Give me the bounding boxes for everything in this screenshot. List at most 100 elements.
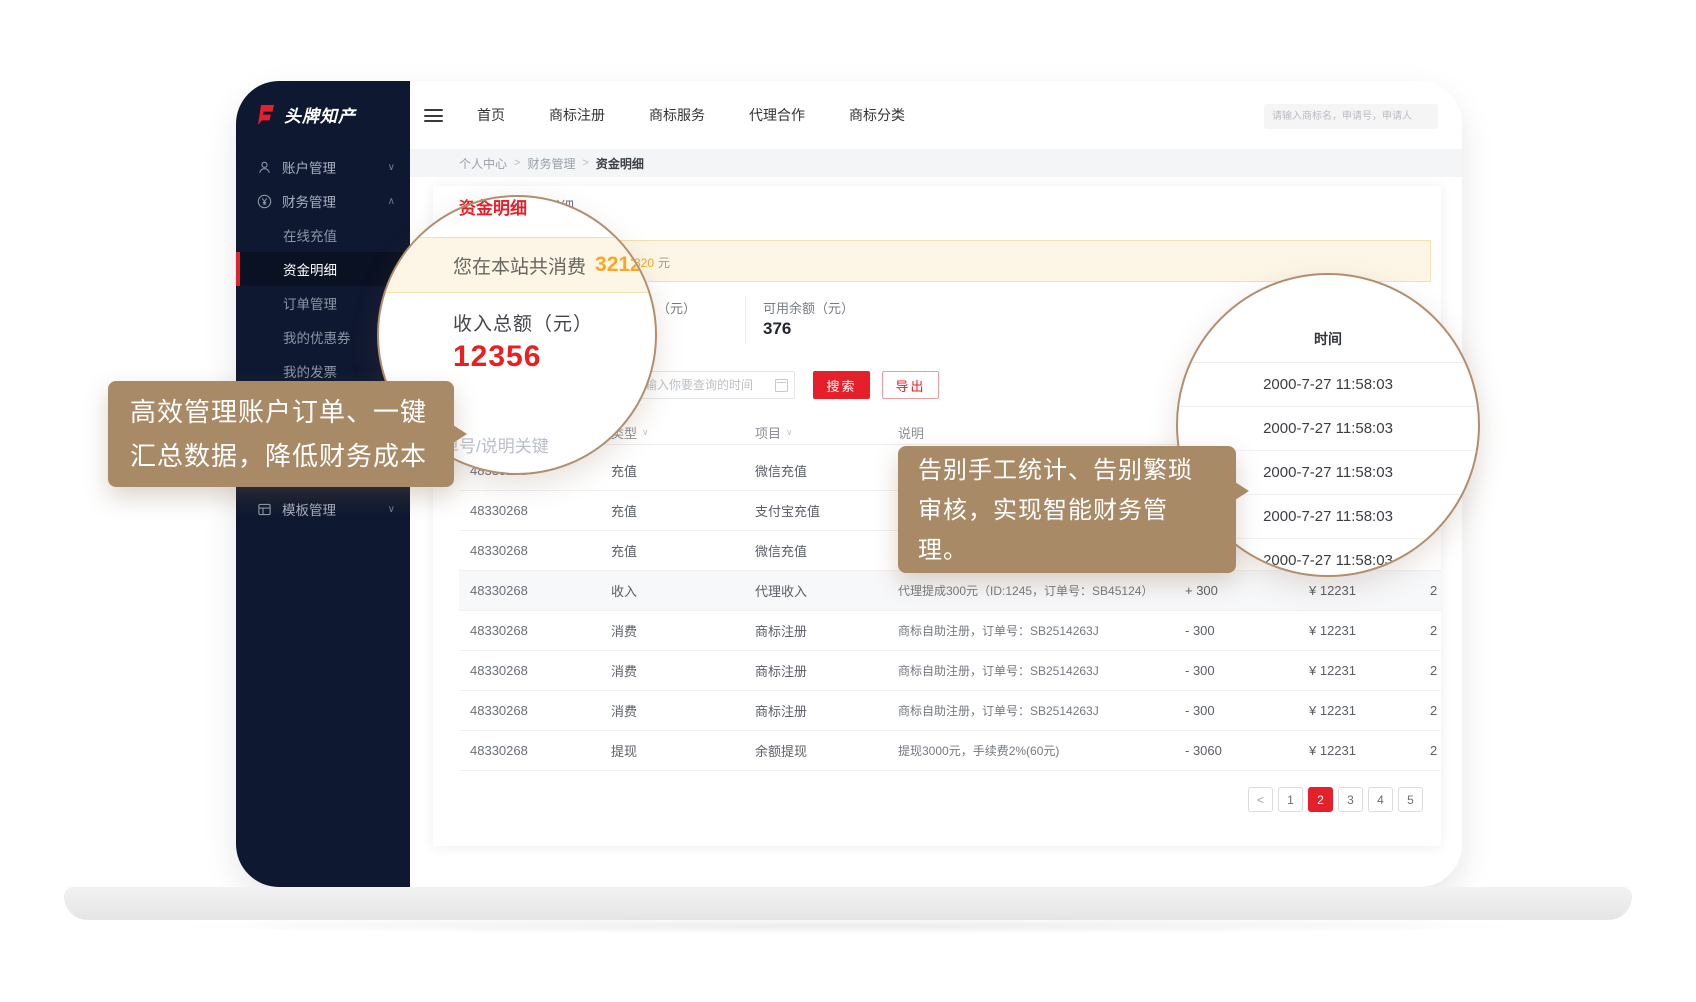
breadcrumb-item: 资金明细 [596, 155, 644, 172]
logo[interactable]: 头牌知产 [253, 102, 356, 127]
logo-icon [253, 103, 277, 127]
sidebar-item-label: 我的发票 [283, 361, 337, 381]
income-total-value: 12356 [453, 340, 541, 374]
type-cell: 消费 [611, 701, 755, 720]
sidebar-item-label: 财务管理 [282, 191, 336, 211]
amount-cell: - 300 [1185, 663, 1309, 678]
amount-cell: - 300 [1185, 703, 1309, 718]
sidebar-item-label: 在线充值 [283, 225, 337, 245]
project-cell: 余额提现 [755, 741, 898, 760]
nav-item[interactable]: 商标服务 [649, 105, 705, 125]
chevron-down-icon: ∨ [388, 162, 395, 173]
laptop-base [64, 887, 1632, 920]
breadcrumb-separator: > [582, 157, 588, 169]
breadcrumb-separator: > [514, 157, 520, 169]
sidebar-item[interactable]: 模板管理 ∨ [236, 492, 410, 526]
table-row: 48330268消费商标注册商标自助注册，订单号：SB2514263J- 300… [459, 611, 1441, 651]
order-cell: 48330268 [459, 583, 611, 598]
balance-cell: ¥ 12231 [1309, 743, 1430, 758]
desc-cell: 提现3000元，手续费2%(60元) [898, 742, 1185, 759]
magnified-time-row: 2000-7-27 11:58:03 [1178, 407, 1478, 451]
menu-icon[interactable] [424, 109, 443, 122]
finance-icon [257, 194, 272, 209]
stat-divider [745, 296, 746, 344]
sidebar-item-label: 模板管理 [282, 499, 336, 519]
sidebar-item-label: 资金明细 [283, 259, 337, 279]
project-cell: 商标注册 [755, 701, 898, 720]
breadcrumb-item[interactable]: 个人中心 [459, 155, 507, 172]
amount-cell: - 3060 [1185, 743, 1309, 758]
pagination-page-button[interactable]: 1 [1278, 787, 1303, 812]
desc-header: 说明 [898, 423, 1185, 442]
sidebar-item[interactable]: 财务管理 ∧ [236, 184, 410, 218]
pagination-page-button[interactable]: 3 [1338, 787, 1363, 812]
nav-item[interactable]: 首页 [477, 105, 505, 125]
type-header[interactable]: 类型∨ [611, 423, 755, 442]
stage: 头牌知产 账户管理∨财务管理∧在线充值资金明细订单管理我的优惠券我的发票模板管理… [0, 0, 1696, 1002]
order-cell: 48330268 [459, 503, 611, 518]
project-cell: 代理收入 [755, 581, 898, 600]
type-cell: 收入 [611, 581, 755, 600]
callout-right: 告别手工统计、告别繁琐审核，实现智能财务管理。 [898, 446, 1236, 573]
breadcrumb-item[interactable]: 财务管理 [527, 155, 575, 172]
chevron-down-icon: ∨ [388, 504, 395, 515]
pagination-page-button[interactable]: 4 [1368, 787, 1393, 812]
table-row: 48330268提现余额提现提现3000元，手续费2%(60元)- 3060¥ … [459, 731, 1441, 771]
pagination-page-button[interactable]: 5 [1398, 787, 1423, 812]
pagination: <12345 [1248, 787, 1423, 812]
magnified-banner-prefix: 您在本站共消费 [453, 252, 586, 279]
time-cell: 2 [1430, 703, 1441, 718]
type-cell: 提现 [611, 741, 755, 760]
project-cell: 微信充值 [755, 541, 898, 560]
nav-item[interactable]: 商标分类 [849, 105, 905, 125]
callout-line: 审核，实现智能财务管 [918, 491, 1236, 531]
callout-line: 理。 [918, 531, 1236, 571]
desc-cell: 代理提成300元（ID:1245，订单号：SB45124） [898, 582, 1185, 599]
balance-cell: ¥ 12231 [1309, 663, 1430, 678]
export-button[interactable]: 导出 [882, 371, 939, 399]
balance-cell: ¥ 12231 [1309, 583, 1430, 598]
project-header[interactable]: 项目∨ [755, 423, 898, 442]
income-total-label: 收入总额（元） [453, 309, 593, 336]
time-cell: 2 [1430, 743, 1441, 758]
magnified-tab-fragment: 资金明细 [459, 195, 527, 219]
callout-line: 汇总数据，降低财务成本 [130, 434, 454, 478]
project-cell: 商标注册 [755, 621, 898, 640]
callout-left-text: 高效管理账户订单、一键汇总数据，降低财务成本 [130, 390, 454, 478]
sort-caret-icon: ∨ [786, 427, 793, 438]
nav-items: 首页 商标注册 商标服务 代理合作 商标分类 [477, 81, 905, 149]
sidebar-item[interactable]: 账户管理∨ [236, 150, 410, 184]
chevron-up-icon: ∧ [388, 196, 395, 207]
banner-unit: 元 [658, 256, 670, 270]
project-cell: 微信充值 [755, 461, 898, 480]
amount-cell: + 300 [1185, 583, 1309, 598]
available-balance-label: 可用余额（元） [763, 298, 854, 317]
search-button[interactable]: 搜索 [813, 371, 870, 399]
type-cell: 消费 [611, 661, 755, 680]
user-icon [257, 160, 272, 175]
logo-title: 头牌知产 [284, 102, 356, 127]
time-cell: 2 [1430, 583, 1441, 598]
desc-cell: 商标自助注册，订单号：SB2514263J [898, 662, 1185, 679]
pagination-page-button[interactable]: 2 [1308, 787, 1333, 812]
type-cell: 充值 [611, 501, 755, 520]
balance-cell: ¥ 12231 [1309, 623, 1430, 638]
order-cell: 48330268 [459, 703, 611, 718]
magnified-time-header: 时间 [1178, 329, 1478, 363]
callout-line: 高效管理账户订单、一键 [130, 390, 454, 434]
magnified-banner: 您在本站共消费 32124 [377, 237, 657, 293]
calendar-icon[interactable] [775, 379, 788, 392]
nav-item[interactable]: 代理合作 [749, 105, 805, 125]
table-row: 48330268消费商标注册商标自助注册，订单号：SB2514263J- 300… [459, 651, 1441, 691]
top-navigation: 首页 商标注册 商标服务 代理合作 商标分类 [410, 81, 1462, 149]
project-cell: 商标注册 [755, 661, 898, 680]
nav-item[interactable]: 商标注册 [549, 105, 605, 125]
magnified-time-row: 2000-7-27 11:58:03 [1178, 363, 1478, 407]
amount-cell: - 300 [1185, 623, 1309, 638]
callout-left: 高效管理账户订单、一键汇总数据，降低财务成本 [108, 381, 454, 487]
type-cell: 充值 [611, 461, 755, 480]
sidebar-item-label: 订单管理 [283, 293, 337, 313]
trademark-search-input[interactable] [1264, 104, 1438, 129]
pagination-prev-button[interactable]: < [1248, 787, 1273, 812]
template-icon [257, 502, 272, 517]
